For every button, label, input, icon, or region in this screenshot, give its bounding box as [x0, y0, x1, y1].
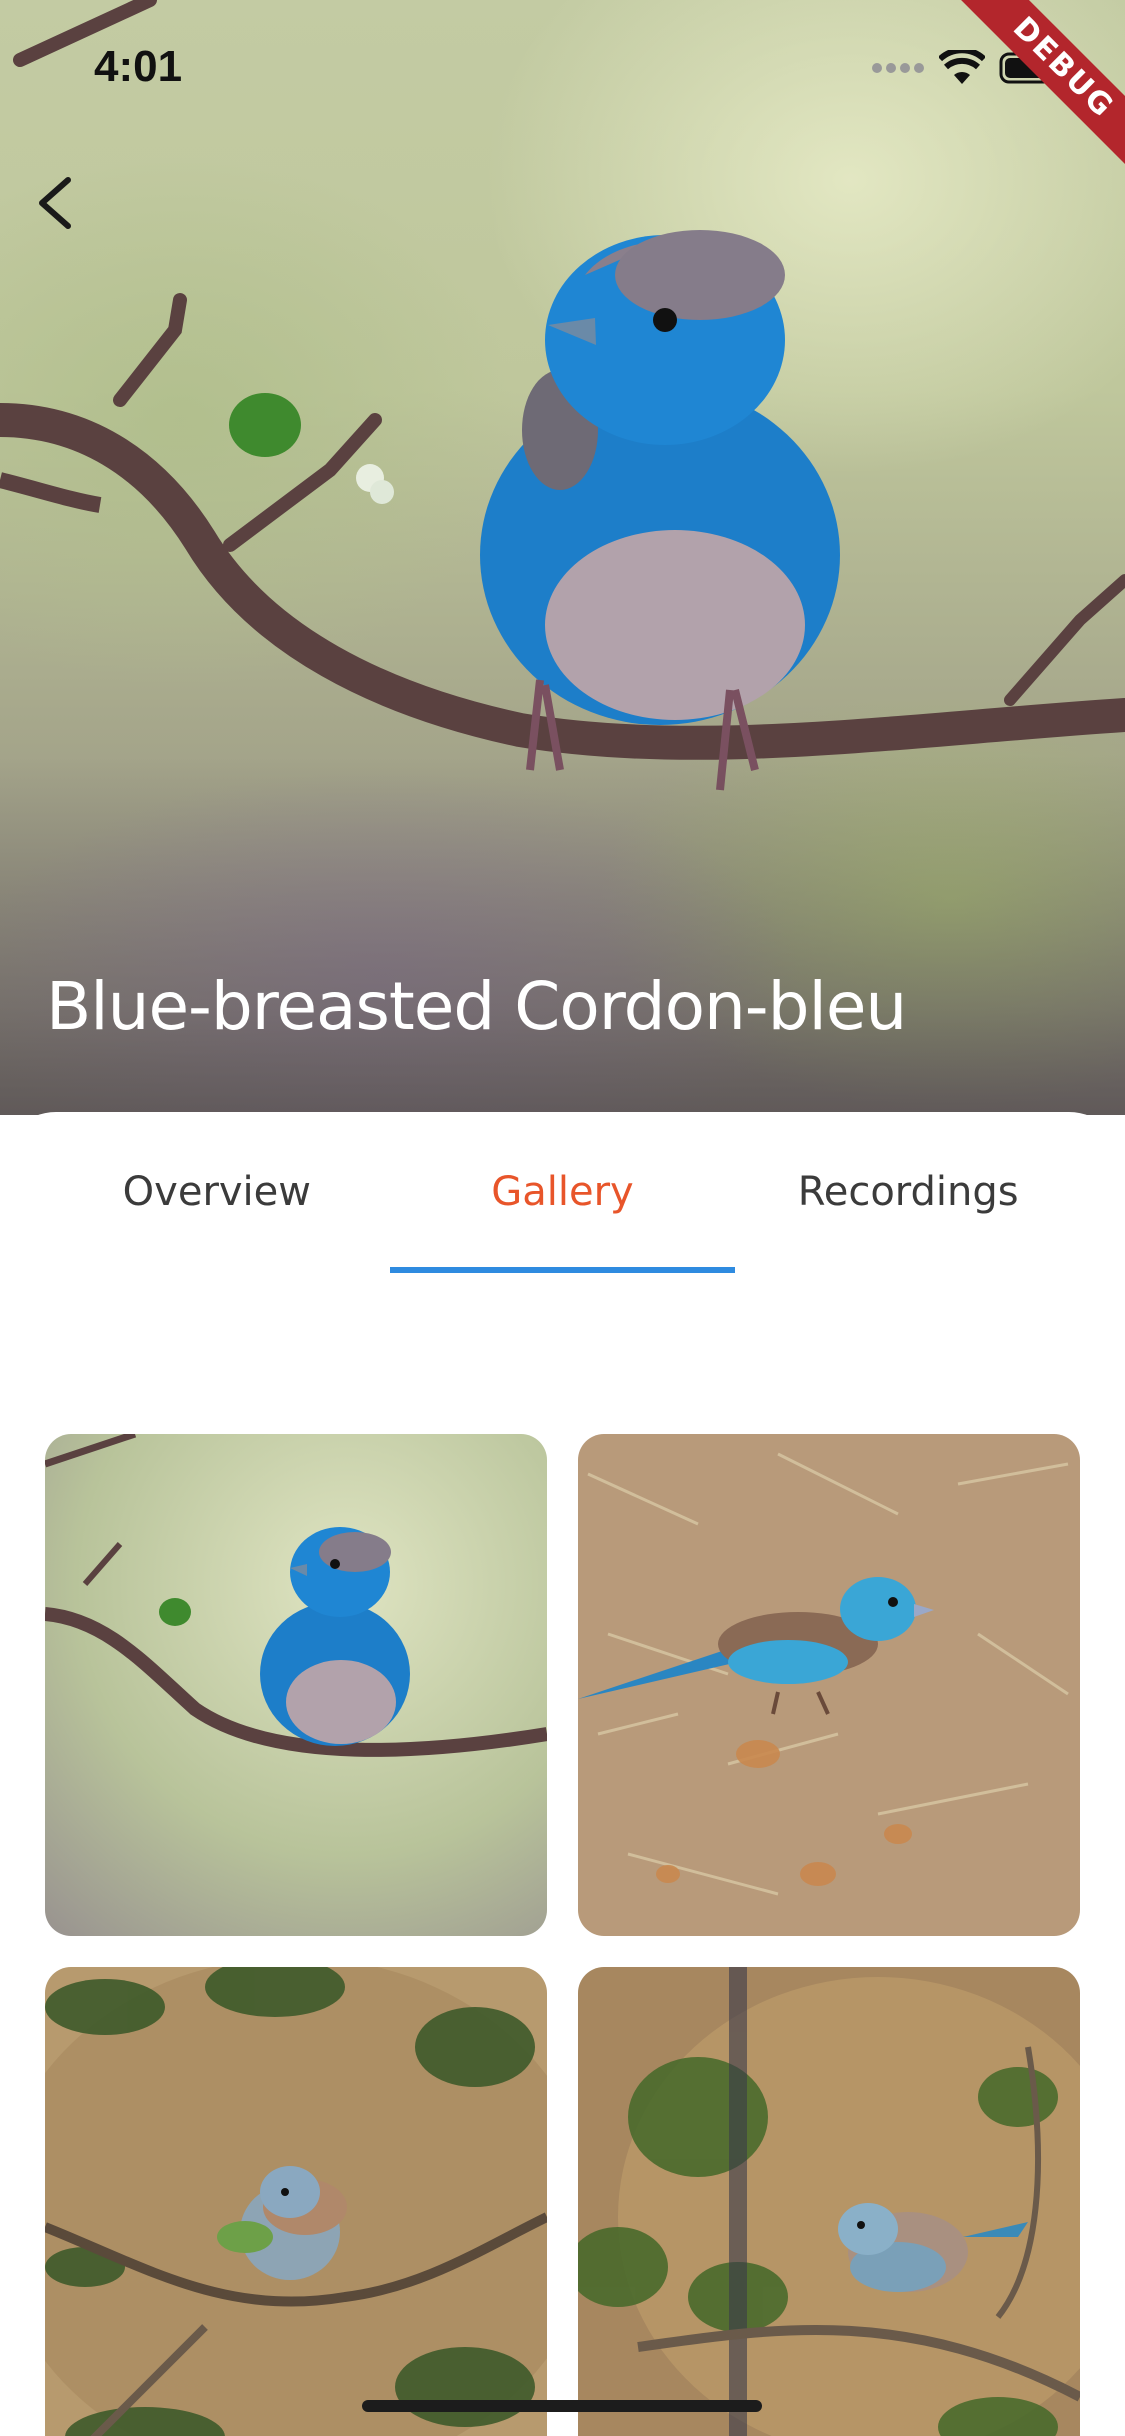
gallery-image-1[interactable] — [45, 1434, 547, 1936]
gallery-image-3[interactable] — [45, 1967, 547, 2436]
page-title: Blue-breasted Cordon-bleu — [46, 968, 907, 1045]
status-time: 4:01 — [94, 42, 183, 91]
chevron-left-icon — [39, 177, 71, 229]
tab-bar: Overview Gallery Recordings — [44, 1112, 1081, 1272]
gallery-image-4-picture — [578, 1967, 1080, 2436]
gallery-image-1-picture — [45, 1434, 547, 1936]
tab-gallery[interactable]: Gallery — [390, 1112, 736, 1272]
gallery-image-2[interactable] — [578, 1434, 1080, 1936]
hero-gradient-overlay — [0, 755, 1125, 1115]
gallery-image-2-picture — [578, 1434, 1080, 1936]
tab-indicator — [390, 1267, 735, 1273]
signal-icon — [872, 63, 924, 73]
back-button[interactable] — [28, 168, 88, 238]
gallery-image-4[interactable] — [578, 1967, 1080, 2436]
home-indicator[interactable] — [362, 2400, 762, 2412]
content-sheet: Overview Gallery Recordings — [0, 1112, 1125, 2436]
debug-banner: DEBUG — [945, 0, 1125, 180]
gallery-image-3-picture — [45, 1967, 547, 2436]
tab-overview[interactable]: Overview — [44, 1112, 390, 1272]
tab-recordings[interactable]: Recordings — [735, 1112, 1081, 1272]
debug-label: DEBUG — [954, 0, 1125, 177]
